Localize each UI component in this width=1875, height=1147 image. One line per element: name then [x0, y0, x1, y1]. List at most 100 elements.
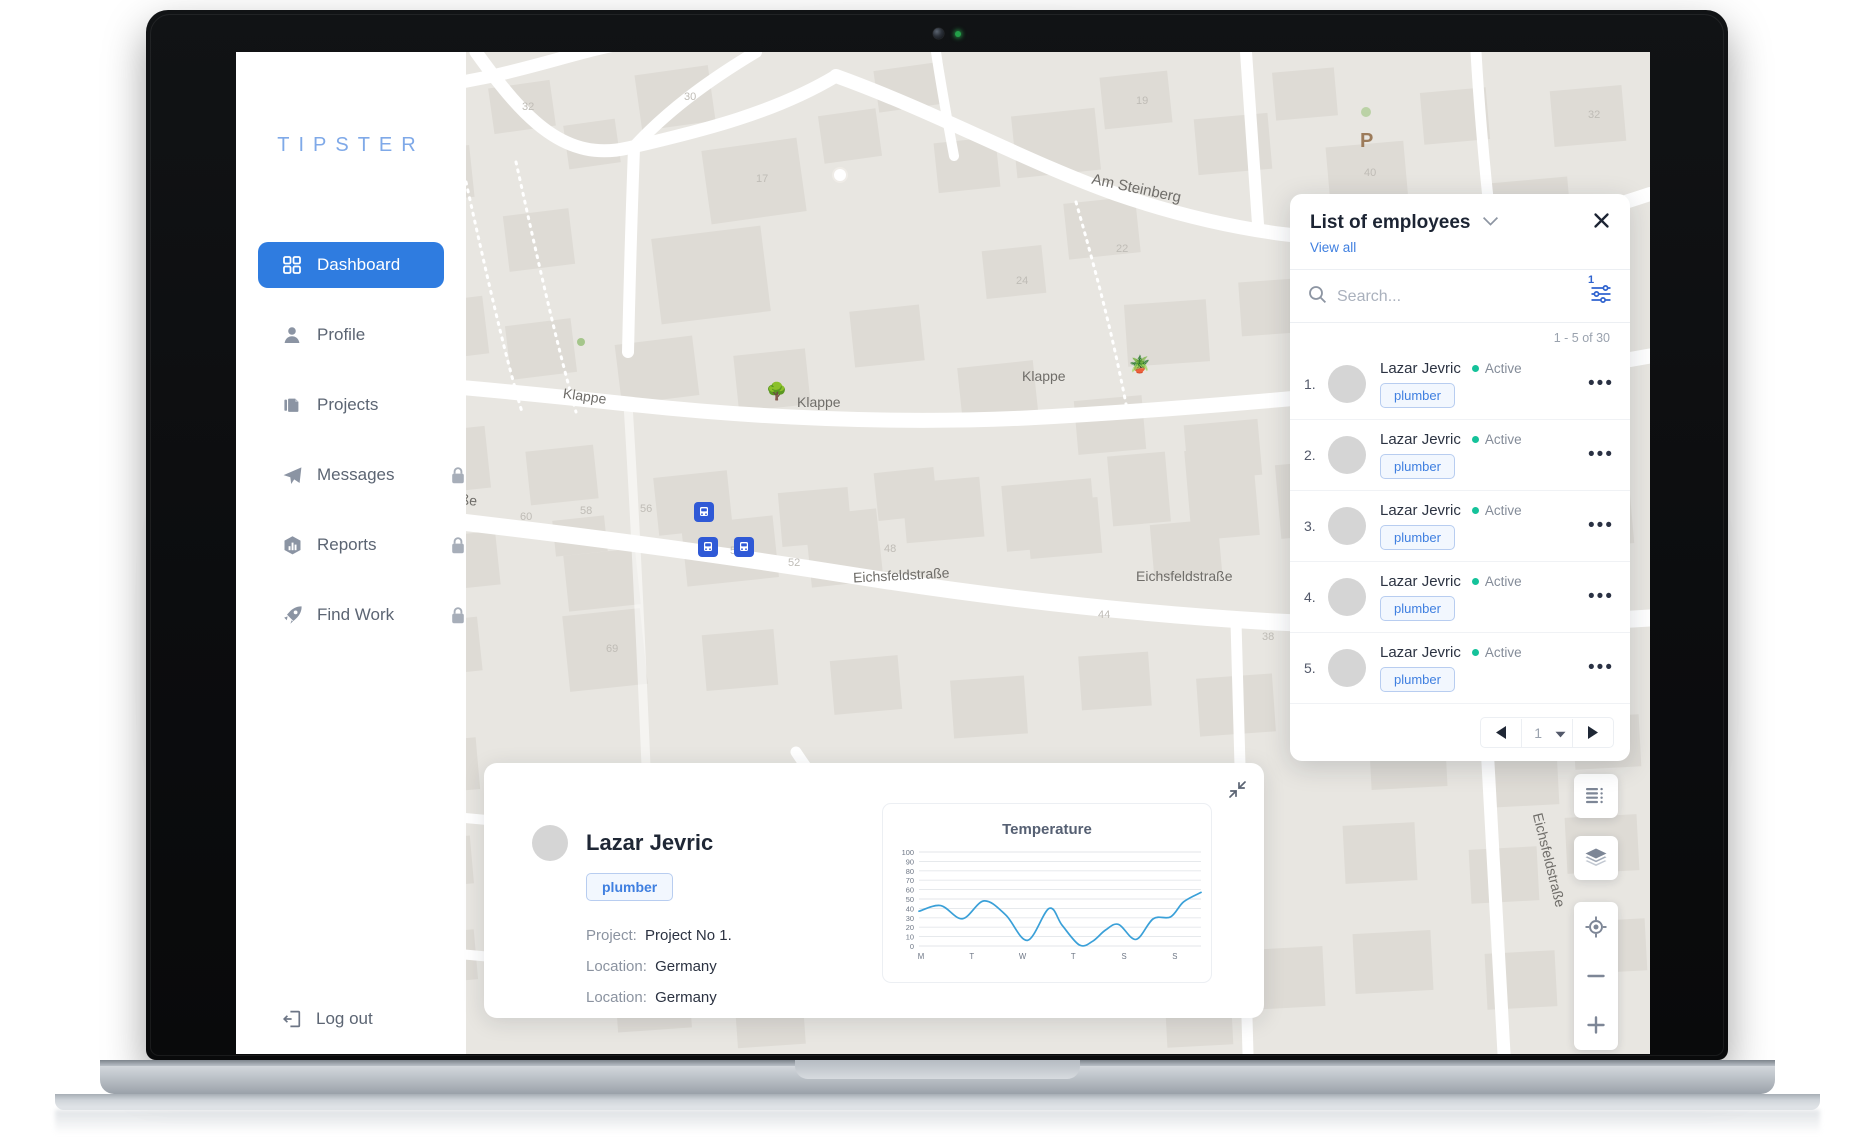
row-info: Lazar Jevric Active plumber [1380, 360, 1580, 408]
status-dot-icon [1471, 436, 1479, 443]
svg-text:32: 32 [522, 101, 534, 113]
search-input[interactable] [1337, 287, 1547, 306]
employees-panel-header: List of employees View all [1290, 194, 1630, 270]
zoom-in-button[interactable] [1574, 1000, 1618, 1049]
avatar [1328, 365, 1366, 403]
chart-y-tick-label: 10 [906, 933, 914, 942]
sidebar-item-reports[interactable]: Reports [258, 522, 464, 568]
table-row[interactable]: 4. Lazar Jevric Active plumber ••• [1290, 562, 1630, 633]
chart-x-tick-label: M [918, 952, 925, 961]
laptop-base [55, 1094, 1820, 1110]
page-select[interactable]: 1 [1521, 718, 1573, 747]
filter-badge: 1 [1588, 274, 1595, 286]
search-icon [1308, 285, 1327, 309]
webcam-icon [933, 28, 944, 39]
row-menu-button[interactable]: ••• [1580, 658, 1614, 677]
laptop-screen: 3230 1719 4032 3634 5452 4844 3869 6058 … [236, 52, 1650, 1054]
pagination: 1 [1290, 704, 1630, 761]
avatar [1328, 436, 1366, 474]
transit-marker[interactable] [694, 502, 714, 522]
detail-field: Project: Project No 1. [586, 927, 812, 944]
svg-text:30: 30 [684, 91, 696, 103]
street-label: Eichsfeldstraße [1136, 568, 1233, 584]
lock-icon [450, 606, 466, 625]
filter-button[interactable]: 1 [1588, 274, 1612, 309]
svg-text:19: 19 [1136, 95, 1148, 107]
transit-marker[interactable] [734, 537, 754, 557]
chart-y-tick-label: 60 [906, 886, 914, 895]
logout-button[interactable]: Log out [280, 1007, 373, 1031]
sidebar-item-profile[interactable]: Profile [258, 312, 444, 358]
layers-button[interactable] [1574, 836, 1618, 880]
laptop-reflection [55, 1110, 1820, 1134]
svg-text:48: 48 [884, 543, 896, 555]
plus-icon [1587, 1015, 1605, 1034]
chart-y-tick-label: 50 [906, 895, 914, 904]
status-dot-icon [1471, 507, 1479, 514]
employee-name: Lazar Jevric [1380, 431, 1461, 448]
tree-icon: 🪴 [1129, 355, 1151, 374]
detail-field: Location: Germany [586, 958, 812, 975]
zoom-out-button[interactable] [1574, 951, 1618, 1000]
next-page-button[interactable] [1573, 718, 1613, 747]
row-info: Lazar Jevric Active plumber [1380, 573, 1580, 621]
role-badge: plumber [1380, 667, 1455, 692]
table-row[interactable]: 1. Lazar Jevric Active plumber ••• [1290, 349, 1630, 420]
svg-text:60: 60 [520, 511, 532, 523]
minus-icon [1587, 974, 1605, 977]
table-row[interactable]: 2. Lazar Jevric Active plumber ••• [1290, 420, 1630, 491]
employee-detail-card: Lazar Jevric plumber Project: Project No… [484, 763, 1264, 1018]
table-row[interactable]: 3. Lazar Jevric Active plumber ••• [1290, 491, 1630, 562]
prev-page-button[interactable] [1481, 718, 1521, 747]
sidebar-item-dashboard[interactable]: Dashboard [258, 242, 444, 288]
chart-y-tick-label: 70 [906, 876, 914, 885]
locate-button[interactable] [1574, 902, 1618, 951]
field-label: Location: [586, 989, 647, 1006]
avatar [1328, 649, 1366, 687]
row-index: 3. [1304, 518, 1316, 534]
row-info: Lazar Jevric Active plumber [1380, 431, 1580, 479]
table-row[interactable]: 5. Lazar Jevric Active plumber ••• [1290, 633, 1630, 704]
chart-title: Temperature [1002, 821, 1092, 838]
bus-icon [704, 542, 712, 551]
list-view-button[interactable] [1574, 774, 1618, 818]
chart-y-tick-label: 90 [906, 857, 914, 866]
view-all-link[interactable]: View all [1310, 240, 1610, 255]
sidebar-item-messages[interactable]: Messages [258, 452, 464, 498]
role-badge: plumber [1380, 525, 1455, 550]
filter-sliders-icon [1591, 285, 1611, 303]
map-zoom-group [1574, 902, 1618, 1050]
chart-x-tick-label: S [1172, 952, 1177, 961]
temperature-chart: Temperature 100 90 80 70 60 50 40 30 20 10 0 M T W T S S [882, 803, 1212, 983]
sidebar-item-find-work[interactable]: Find Work [258, 592, 464, 638]
rocket-icon [280, 603, 304, 627]
bus-icon [740, 542, 748, 551]
row-menu-button[interactable]: ••• [1580, 374, 1614, 393]
chart-x-tick-label: W [1019, 952, 1027, 961]
close-icon[interactable] [1593, 212, 1610, 234]
sidebar-item-label: Messages [317, 465, 395, 484]
chevron-down-icon[interactable] [1482, 214, 1499, 232]
row-menu-button[interactable]: ••• [1580, 516, 1614, 535]
employee-name: Lazar Jevric [1380, 502, 1461, 519]
status-badge: Active [1484, 432, 1522, 447]
row-index: 4. [1304, 589, 1316, 605]
webcam-led-icon [955, 31, 961, 37]
chart-y-tick-label: 80 [906, 867, 914, 876]
sidebar-item-label: Dashboard [317, 255, 401, 274]
role-badge: plumber [1380, 454, 1455, 479]
status-badge: Active [1484, 503, 1522, 518]
crosshair-icon [1585, 916, 1607, 937]
documents-icon [280, 393, 304, 417]
triangle-left-icon [1496, 726, 1507, 739]
row-menu-button[interactable]: ••• [1580, 445, 1614, 464]
row-menu-button[interactable]: ••• [1580, 587, 1614, 606]
transit-marker[interactable] [698, 537, 718, 557]
sidebar-item-projects[interactable]: Projects [258, 382, 444, 428]
logout-label: Log out [316, 1009, 373, 1028]
street-label: Klappe [1022, 368, 1066, 384]
collapse-diagonal-icon[interactable] [1228, 780, 1247, 804]
avatar [532, 825, 568, 861]
sidebar: TIPSTER Dashboard Profile Projects Messa… [236, 52, 466, 1054]
svg-text:69: 69 [606, 643, 618, 655]
